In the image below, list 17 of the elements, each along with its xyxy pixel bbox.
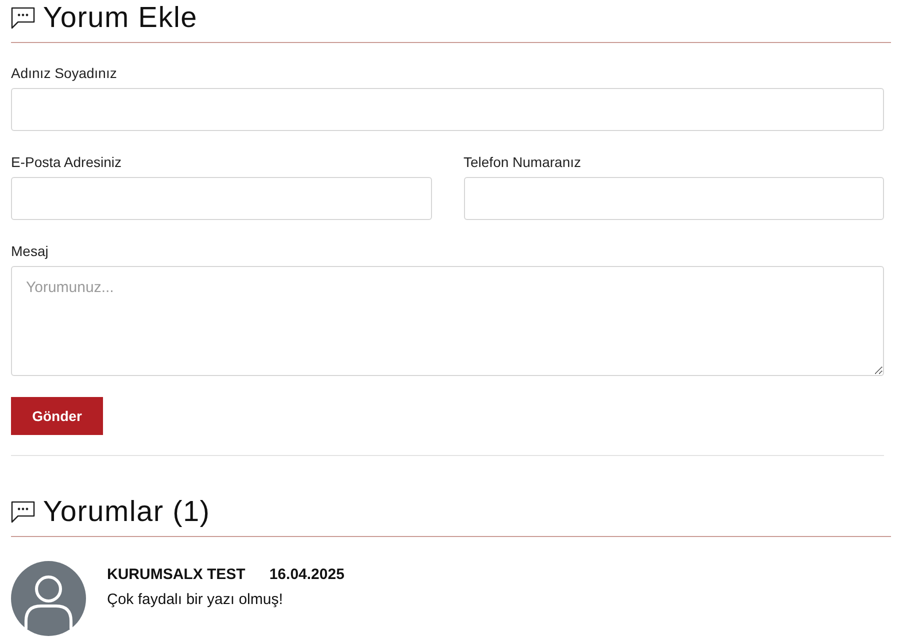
input-field[interactable]	[11, 177, 432, 220]
comment-author: KURUMSALX TEST	[107, 565, 246, 585]
comment-text: Çok faydalı bir yazı olmuş!	[107, 590, 284, 610]
field-label: Mesaj	[11, 242, 48, 261]
section-title: Yorumlar (1)	[43, 495, 210, 530]
input-field[interactable]	[464, 177, 884, 220]
field-label: E-Posta Adresiniz	[11, 153, 122, 172]
field-label: Adınız Soyadınız	[11, 64, 117, 83]
message-field[interactable]: Yorumunuz...	[11, 266, 884, 376]
comment-icon	[11, 501, 35, 523]
comment-date: 16.04.2025	[269, 565, 344, 585]
input-field[interactable]	[11, 88, 884, 131]
field-label: Telefon Numaranız	[464, 153, 582, 172]
comment-icon	[11, 7, 35, 29]
submit-button[interactable]: Gönder	[11, 397, 103, 435]
section-title: Yorum Ekle	[43, 1, 198, 36]
avatar-icon	[11, 561, 86, 636]
